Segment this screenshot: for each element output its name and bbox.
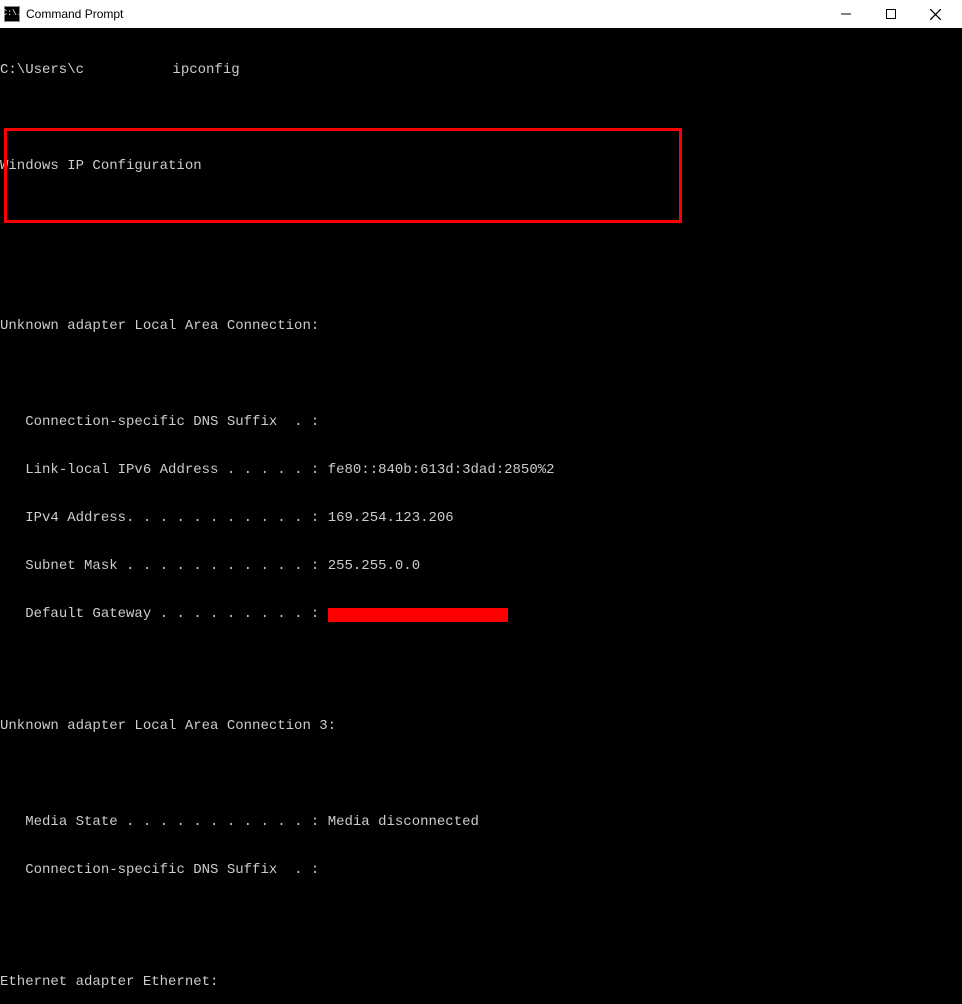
close-button[interactable] xyxy=(913,0,958,28)
adapter-line: Connection-specific DNS Suffix . : xyxy=(0,862,962,878)
cmd-icon: C:\. xyxy=(4,6,20,22)
window-title: Command Prompt xyxy=(26,7,123,21)
terminal-output[interactable]: C:\Users\c ipconfig Windows IP Configura… xyxy=(0,28,962,1004)
adapter-line: Subnet Mask . . . . . . . . . . . : 255.… xyxy=(0,558,962,574)
adapter-line: Connection-specific DNS Suffix . : xyxy=(0,414,962,430)
window-titlebar: C:\. Command Prompt xyxy=(0,0,962,28)
prompt-line: C:\Users\c ipconfig xyxy=(0,62,962,78)
adapter-title: Unknown adapter Local Area Connection 3: xyxy=(0,718,962,734)
minimize-button[interactable] xyxy=(823,0,868,28)
ipconfig-header: Windows IP Configuration xyxy=(0,158,962,174)
adapter-title: Unknown adapter Local Area Connection: xyxy=(0,318,962,334)
adapter-line: Default Gateway . . . . . . . . . : xyxy=(0,606,962,622)
command-text: ipconfig xyxy=(172,62,239,78)
maximize-button[interactable] xyxy=(868,0,913,28)
adapter-line: Media State . . . . . . . . . . . : Medi… xyxy=(0,814,962,830)
adapter-title: Ethernet adapter Ethernet: xyxy=(0,974,962,990)
redacted-gateway xyxy=(328,608,508,622)
prompt-prefix: C:\Users\c xyxy=(0,62,84,78)
redacted-username xyxy=(84,64,164,78)
adapter-line: IPv4 Address. . . . . . . . . . . : 169.… xyxy=(0,510,962,526)
window-controls xyxy=(823,0,958,28)
adapter-line: Link-local IPv6 Address . . . . . : fe80… xyxy=(0,462,962,478)
